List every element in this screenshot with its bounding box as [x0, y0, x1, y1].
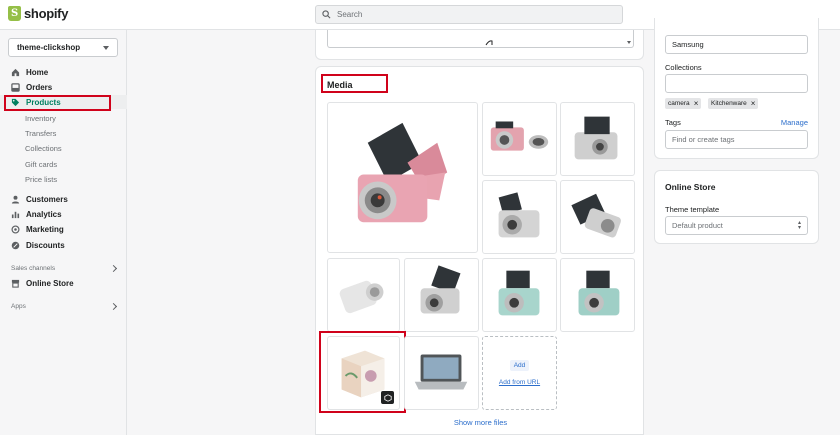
close-icon[interactable]: ×: [751, 99, 756, 108]
organization-card: Samsung Collections camera × Kitchenware…: [654, 18, 819, 159]
silver-camera-back-image: [574, 116, 618, 160]
online-store-title: Online Store: [665, 182, 716, 192]
cursor-mark-icon: [485, 40, 493, 46]
search-bar[interactable]: [315, 5, 623, 24]
sidebar-item-label: Orders: [26, 82, 53, 92]
orders-icon: [11, 82, 20, 92]
analytics-icon: [11, 211, 20, 218]
sidebar-item-label: Customers: [26, 194, 68, 204]
media-item[interactable]: [560, 180, 635, 254]
media-item-featured[interactable]: [327, 102, 478, 253]
media-item[interactable]: [482, 180, 557, 254]
chevron-right-icon: [109, 264, 118, 273]
media-item[interactable]: [482, 102, 557, 176]
sidebar-item-label: Marketing: [26, 224, 64, 234]
silver-camera-side-image: [498, 192, 540, 238]
sidebar-subitem-price-lists[interactable]: Price lists: [25, 172, 57, 186]
theme-template-select[interactable]: Default product ▴ ▾: [665, 216, 808, 235]
sidebar-subitem-inventory[interactable]: Inventory: [25, 111, 56, 125]
mint-camera-image: [498, 270, 540, 316]
store-selector[interactable]: theme-clickshop: [8, 38, 118, 57]
customers-icon: [11, 195, 20, 204]
apps-label: Apps: [11, 303, 26, 310]
add-media-button[interactable]: Add: [509, 360, 530, 371]
white-camera-top-image: [339, 280, 384, 314]
add-media-dropzone[interactable]: Add Add from URL: [482, 336, 557, 410]
chevron-right-icon: [109, 302, 118, 311]
sidebar-item-label: Online Store: [26, 278, 74, 288]
discounts-icon: [11, 241, 20, 249]
laptop-image: [414, 354, 468, 390]
tags-placeholder: Find or create tags: [672, 135, 735, 144]
collections-label: Collections: [665, 63, 702, 72]
sidebar-item-orders[interactable]: Orders: [0, 80, 127, 94]
silver-camera-flip-image: [420, 265, 461, 314]
sales-channels-label: Sales channels: [11, 265, 56, 272]
caret-down-icon: [103, 45, 109, 50]
apps-header[interactable]: Apps: [11, 302, 118, 311]
sidebar-item-label: Home: [26, 67, 49, 77]
search-icon: [322, 10, 331, 19]
theme-template-label: Theme template: [665, 205, 720, 214]
tags-input[interactable]: Find or create tags: [665, 130, 808, 149]
media-item[interactable]: [482, 258, 557, 332]
store-name: theme-clickshop: [17, 43, 81, 52]
description-card: [315, 30, 644, 60]
media-item[interactable]: [560, 258, 635, 332]
vendor-value: Samsung: [672, 40, 704, 49]
media-item[interactable]: [404, 336, 479, 410]
chip-label: camera: [668, 100, 690, 107]
collection-chip: Kitchenware ×: [708, 98, 759, 109]
tags-label: Tags: [665, 118, 681, 127]
silver-camera-angle-image: [571, 193, 621, 238]
description-editor[interactable]: [327, 30, 634, 48]
pink-camera-image: [357, 122, 448, 223]
search-input[interactable]: [337, 10, 597, 19]
collection-chip: camera ×: [665, 98, 702, 109]
pink-camera-with-lens-image: [490, 121, 549, 151]
collections-input[interactable]: [665, 74, 808, 93]
theme-template-value: Default product: [672, 221, 723, 230]
highlight-box-3d-model: [319, 331, 406, 413]
sidebar-subitem-transfers[interactable]: Transfers: [25, 126, 56, 140]
sales-channels-header[interactable]: Sales channels: [11, 264, 118, 273]
media-card: Media Add Add from URL Show more files: [315, 66, 644, 435]
sidebar: theme-clickshop Home Orders Products Inv…: [0, 30, 127, 435]
shopify-logo[interactable]: shopify: [8, 6, 68, 21]
media-item[interactable]: [327, 258, 400, 332]
media-item[interactable]: [404, 258, 479, 332]
sidebar-item-online-store[interactable]: Online Store: [0, 276, 127, 290]
sidebar-item-label: Analytics: [26, 209, 62, 219]
sidebar-item-discounts[interactable]: Discounts: [0, 238, 127, 252]
scroll-down-icon[interactable]: [627, 41, 631, 44]
add-from-url-link[interactable]: Add from URL: [499, 379, 540, 386]
shopify-bag-icon: [8, 6, 21, 21]
chip-label: Kitchenware: [711, 100, 747, 107]
sidebar-subitem-collections[interactable]: Collections: [25, 141, 62, 155]
close-icon[interactable]: ×: [694, 99, 699, 108]
home-icon: [11, 68, 20, 76]
sidebar-item-marketing[interactable]: Marketing: [0, 222, 127, 236]
sidebar-item-customers[interactable]: Customers: [0, 192, 127, 206]
online-store-card: Online Store Theme template Default prod…: [654, 170, 819, 244]
vendor-field[interactable]: Samsung: [665, 35, 808, 54]
select-arrows-icon: ▴ ▾: [797, 220, 801, 231]
media-item[interactable]: [560, 102, 635, 176]
sidebar-item-label: Discounts: [26, 240, 65, 250]
show-more-files-link[interactable]: Show more files: [316, 418, 645, 427]
highlight-box-products: [4, 95, 111, 111]
manage-tags-link[interactable]: Manage: [781, 118, 808, 127]
marketing-icon: [11, 224, 20, 234]
sidebar-subitem-gift-cards[interactable]: Gift cards: [25, 157, 57, 171]
highlight-box-media: [321, 74, 388, 93]
store-icon: [11, 279, 20, 288]
brand-name: shopify: [24, 6, 69, 21]
sidebar-item-analytics[interactable]: Analytics: [0, 207, 127, 221]
mint-camera-front-image: [578, 270, 620, 316]
sidebar-item-home[interactable]: Home: [0, 65, 127, 79]
